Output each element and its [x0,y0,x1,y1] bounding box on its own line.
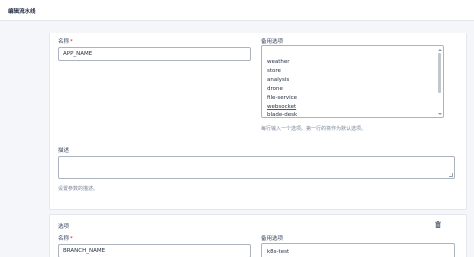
name-label-text: 名称 [58,39,70,45]
option-line: blade-desk [267,112,298,118]
options-label: 备用选项 [261,39,284,45]
option-line: drone [267,86,283,92]
page-header: 编辑流水线 [0,0,474,21]
options-scrollbar[interactable] [437,48,442,116]
scroll-down-arrow-icon[interactable] [438,113,442,115]
options-hint: 每行输入一个选项。第一行的将作为默认选项。 [261,126,367,132]
required-mark: * [70,236,73,242]
scroll-up-arrow-icon[interactable] [438,49,442,51]
description-label: 描述 [58,148,70,154]
option-line: weather [267,59,290,65]
description-textarea[interactable] [58,156,455,179]
name-label: 名称* [58,37,73,45]
parameter-panel-app-name: 名称* APP_NAME 备用选项 weather store analysis… [49,33,467,210]
options-label: 备用选项 [261,236,284,242]
resize-handle-icon[interactable] [449,173,453,177]
scroll-thumb[interactable] [438,53,441,93]
options-textarea[interactable]: k8s-test master [261,243,455,257]
option-line: websocket [267,104,297,110]
form-canvas: 名称* APP_NAME 备用选项 weather store analysis… [0,21,474,257]
option-line: file-service [267,95,298,101]
required-mark: * [70,39,73,45]
name-label: 名称* [58,234,73,242]
name-input[interactable]: APP_NAME [58,47,251,61]
page-title: 编辑流水线 [8,9,36,15]
option-line: k8s-test [267,249,290,255]
option-line: store [267,68,281,74]
section-title: 选项 [58,224,70,230]
options-textarea[interactable]: weather store analysis drone file-servic… [261,45,444,118]
name-label-text: 名称 [58,236,70,242]
parameter-panel-branch-name: 选项 名称* BRANCH_NAME 备用选项 k8s-test master [49,214,467,257]
name-input[interactable]: BRANCH_NAME [58,244,251,257]
trash-icon[interactable] [435,221,441,228]
description-hint: 设置参数的描述。 [58,186,99,192]
option-line: analysis [267,77,290,83]
